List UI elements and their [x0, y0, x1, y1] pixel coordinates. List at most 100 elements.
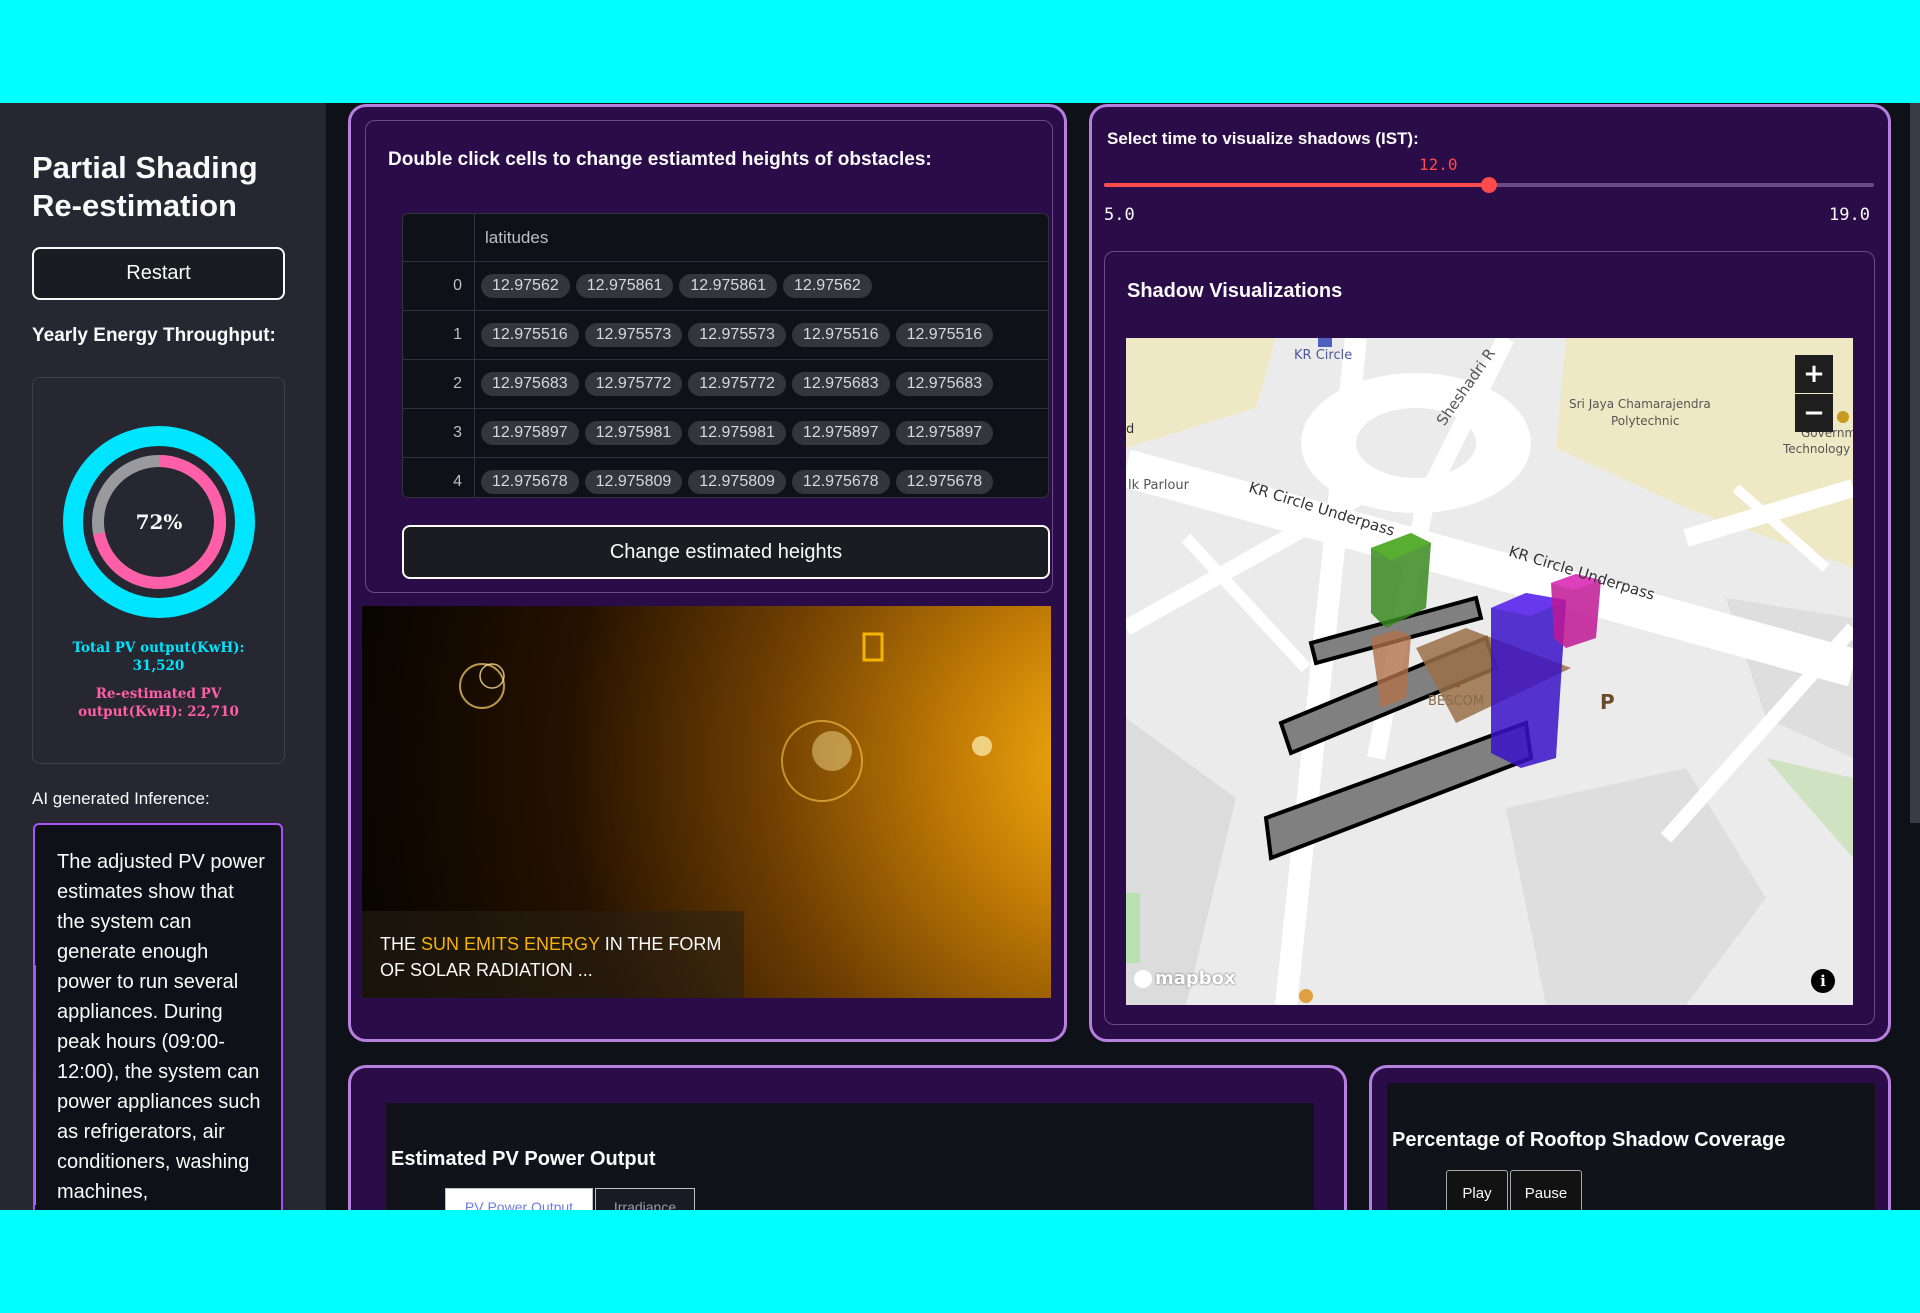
latitude-chip: 12.975678 [895, 470, 994, 494]
energy-donut-card: 72% Total PV output(KwH): 31,520 Re-esti… [32, 377, 285, 764]
mapbox-label: mapbox [1155, 968, 1236, 989]
latitudes-column-header[interactable]: latitudes [474, 214, 1048, 262]
energy-donut-chart: 72% [63, 426, 255, 618]
sidebar: Partial Shading Re-estimation Restart Ye… [0, 103, 326, 1210]
caption-text-1: THE [380, 934, 422, 954]
latitudes-cell[interactable]: 12.975678 12.975809 12.975809 12.975678 12.9… [474, 457, 1048, 497]
latitude-chip: 12.975772 [688, 372, 786, 396]
latitude-chip: 12.975516 [791, 323, 890, 347]
time-slider-thumb[interactable] [1481, 177, 1497, 193]
latitudes-cell[interactable]: 12.97562 12.975861 12.975861 12.97562 [474, 261, 1048, 311]
latitude-chip: 12.975861 [575, 274, 674, 298]
latitude-chip: 12.975981 [584, 421, 683, 445]
pause-button[interactable]: Pause [1510, 1170, 1582, 1210]
info-icon[interactable]: i [1811, 969, 1835, 993]
row-index: 4 [403, 457, 475, 497]
restart-button[interactable]: Restart [32, 247, 285, 300]
latitude-chip: 12.97562 [481, 274, 570, 298]
latitude-chip: 12.975516 [895, 323, 994, 347]
latitude-chip: 12.97562 [783, 274, 872, 298]
school-icon [1837, 411, 1849, 423]
time-slider-fill [1104, 183, 1489, 187]
latitudes-cell[interactable]: 12.975897 12.975981 12.975981 12.975897 12.9… [474, 408, 1048, 458]
total-output-text: Total PV output(KwH): 31,520 [45, 639, 272, 675]
latitude-chip: 12.975861 [679, 274, 778, 298]
map-label-parlour: lk Parlour [1128, 478, 1189, 493]
solar-video[interactable]: THE SUN EMITS ENERGY IN THE FORM OF SOLA… [362, 606, 1051, 998]
pv-heading: Estimated PV Power Output [391, 1148, 656, 1170]
shadow-heading: Shadow Visualizations [1127, 280, 1343, 302]
time-slider[interactable] [1104, 177, 1874, 193]
video-caption: THE SUN EMITS ENERGY IN THE FORM OF SOLA… [362, 911, 744, 998]
total-output-label: Total PV output(KwH): [72, 640, 245, 656]
heights-heading: Double click cells to change estiamted h… [388, 149, 932, 170]
poi-icon [1299, 989, 1313, 1003]
latitude-chip: 12.975573 [584, 323, 683, 347]
obstacle-data-grid[interactable]: latitudes lon 012.9756212.97586112.97586… [402, 213, 1049, 498]
map-label-polytechnic-1: Sri Jaya Chamarajendra [1569, 397, 1711, 411]
slider-min-label: 5.0 [1104, 205, 1135, 225]
latitude-chip: 12.975809 [584, 470, 683, 494]
table-row[interactable]: 3 12.975897 12.975981 12.975981 12.975897 12.… [403, 408, 1048, 458]
latitudes-cell[interactable]: 12.975683 12.975772 12.975772 12.975683 12.9… [474, 359, 1048, 409]
play-button[interactable]: Play [1446, 1170, 1508, 1210]
reestimated-output-text: Re-estimated PV output(KwH): 22,710 [45, 685, 272, 721]
change-heights-button[interactable]: Change estimated heights [402, 525, 1050, 579]
map-label-bescom: BESCOM [1428, 694, 1484, 709]
table-row[interactable]: 2 12.975683 12.975772 12.975772 12.975683 12.… [403, 359, 1048, 409]
slider-max-label: 19.0 [1829, 205, 1870, 225]
table-row[interactable]: 012.9756212.97586112.97586112.975627 [403, 261, 1048, 311]
map-label-parking: P [1600, 690, 1615, 714]
shadow-map[interactable]: KR Circle Sheshadri R Sri Jaya Chamaraje… [1126, 338, 1853, 1005]
row-index: 3 [403, 408, 475, 458]
reestimated-output-label: Re-estimated PV [95, 686, 222, 702]
reestimated-output-value: output(KwH): 22,710 [78, 704, 239, 720]
grid-header-row: latitudes lon [403, 214, 1048, 262]
inference-text: The adjusted PV power estimates show tha… [57, 851, 265, 1203]
energy-throughput-label: Yearly Energy Throughput: [32, 325, 276, 346]
latitude-chip: 12.975516 [481, 323, 579, 347]
map-label-polytechnic-2: Polytechnic [1611, 414, 1680, 428]
caption-highlight: SUN EMITS ENERGY [421, 934, 600, 954]
inference-box[interactable]: The adjusted PV power estimates show tha… [33, 823, 283, 1210]
table-row[interactable]: 4 12.975678 12.975809 12.975809 12.975678 12.… [403, 457, 1048, 497]
zoom-in-button[interactable]: + [1795, 355, 1833, 393]
natgeo-logo [862, 632, 884, 662]
latitude-chip: 12.975683 [791, 372, 890, 396]
latitude-chip: 12.975772 [584, 372, 683, 396]
latitude-chip: 12.975897 [481, 421, 579, 445]
latitude-chip: 12.975683 [481, 372, 579, 396]
mapbox-logo[interactable]: mapbox [1134, 968, 1236, 989]
latitude-chip: 12.975683 [895, 372, 994, 396]
row-index: 1 [403, 310, 475, 360]
row-index: 0 [403, 261, 475, 311]
map-label-edge: d [1126, 422, 1135, 437]
sidebar-title: Partial Shading Re-estimation [32, 150, 258, 223]
heights-editor-card: Double click cells to change estiamted h… [365, 120, 1053, 593]
tab-irradiance[interactable]: Irradiance [595, 1188, 695, 1210]
app: Partial Shading Re-estimation Restart Ye… [0, 103, 1920, 1210]
map-label-technology: Technology [1783, 442, 1851, 456]
map-label-kr-circle: KR Circle [1294, 348, 1353, 363]
latitude-chip: 12.975678 [791, 470, 890, 494]
page-scrollbar[interactable] [1910, 103, 1920, 823]
map-canvas [1126, 338, 1853, 1005]
inference-label: AI generated Inference: [32, 789, 210, 808]
index-column-header [403, 214, 475, 262]
donut-percent-label: 72% [136, 510, 183, 534]
slider-current-value: 12.0 [1419, 155, 1458, 174]
coverage-heading: Percentage of Rooftop Shadow Coverage [1392, 1129, 1786, 1151]
latitude-chip: 12.975897 [791, 421, 890, 445]
latitude-chip: 12.975897 [895, 421, 994, 445]
mapbox-icon [1134, 970, 1152, 988]
zoom-out-button[interactable]: − [1795, 394, 1833, 432]
latitude-chip: 12.975981 [688, 421, 786, 445]
table-row[interactable]: 1 12.975516 12.975573 12.975573 12.975516 12.… [403, 310, 1048, 360]
latitudes-cell[interactable]: 12.975516 12.975573 12.975573 12.975516 12.9… [474, 310, 1048, 360]
tab-pv-power-output[interactable]: PV Power Output [445, 1188, 593, 1210]
latitude-chip: 12.975573 [688, 323, 786, 347]
row-index: 2 [403, 359, 475, 409]
latitude-chip: 12.975809 [688, 470, 786, 494]
time-slider-label: Select time to visualize shadows (IST): [1107, 129, 1419, 148]
total-output-value: 31,520 [132, 658, 185, 674]
